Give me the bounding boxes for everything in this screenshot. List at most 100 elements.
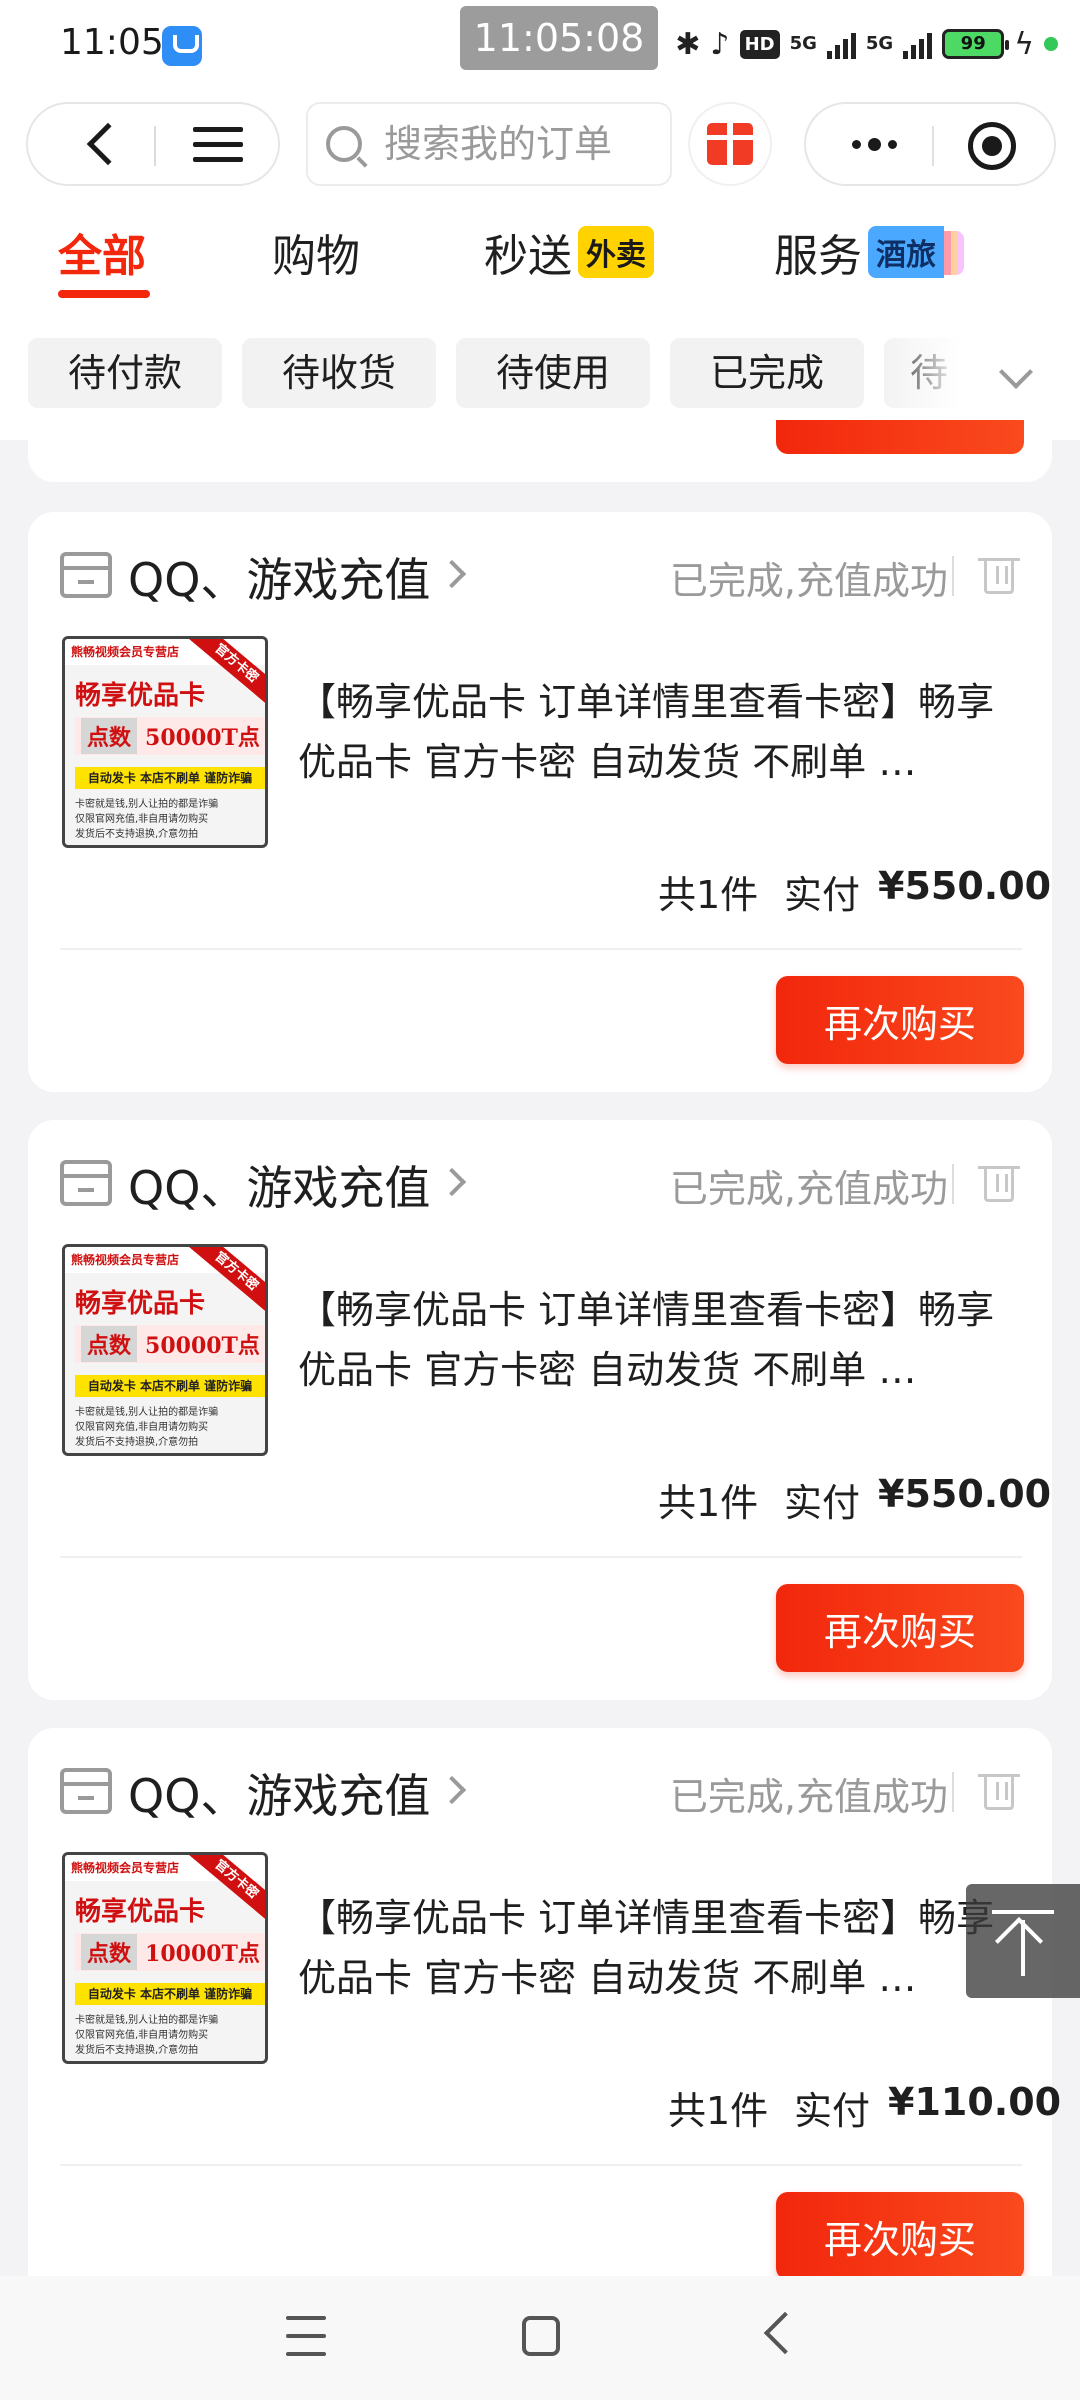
image-note: 仅限官网充值,非自用请勿购买 [75,1422,209,1433]
item-quantity: 共1件 [658,873,759,917]
product-image[interactable]: 熊畅视频会员专营店 官方卡密 畅享优品卡 点数 50000T点 自动发卡 本店不… [62,636,268,848]
tab-shopping-label: 购物 [272,231,360,282]
tab-instant-delivery[interactable]: 秒送 外卖 [484,220,654,320]
image-note: 发货后不支持退换,介意勿拍 [75,1437,199,1448]
image-banner: 自动发卡 本店不刷单 谨防诈骗 [75,1983,265,2005]
bluetooth-icon: ✱ [675,26,701,62]
card-divider [60,2164,1022,2166]
status-bar: 11:05 11:05:08 ✱ ♪ HD 5G 5G 99 ϟ [0,0,1080,92]
chevron-right-icon [437,559,467,589]
filter-completed[interactable]: 已完成 [670,338,864,408]
product-title[interactable]: 【畅享优品卡 订单详情里查看卡密】畅享优品卡 官方卡密 自动发货 不刷单 … [298,672,1028,792]
store-icon [60,1160,112,1206]
capsule-divider-right [932,126,934,166]
more-button[interactable] [834,104,914,184]
back-button[interactable] [68,104,138,184]
gift-button[interactable] [688,102,772,186]
image-points-value: 10000T点 [145,1941,260,1967]
store-icon [60,552,112,598]
scroll-to-top-icon [992,1910,1054,1914]
gift-icon [707,123,753,165]
order-status: 已完成,充值成功 [669,1167,948,1211]
image-note: 仅限官网充值,非自用请勿购买 [75,814,209,825]
image-notes: 卡密就是钱,别人让拍的都是诈骗 仅限官网充值,非自用请勿购买 发货后不支持退换,… [75,797,265,842]
product-title[interactable]: 【畅享优品卡 订单详情里查看卡密】畅享优品卡 官方卡密 自动发货 不刷单 … [298,1280,1028,1400]
search-input[interactable] [384,122,674,166]
video-app-icon [162,26,202,66]
filter-pending-payment[interactable]: 待付款 [28,338,222,408]
home-icon[interactable] [522,2316,560,2356]
delete-order-icon[interactable] [978,1774,1020,1810]
arrow-up-icon [994,1916,1044,1966]
status-icons: ✱ ♪ HD 5G 5G 99 ϟ [675,22,1058,66]
filter-pending-use[interactable]: 待使用 [456,338,650,408]
store-icon [60,1768,112,1814]
order-status: 已完成,充值成功 [669,559,948,603]
buy-again-button[interactable]: 再次购买 [776,2192,1024,2280]
image-title: 畅享优品卡 [75,681,206,711]
capsule-divider [154,126,156,166]
product-image[interactable]: 熊畅视频会员专营店 官方卡密 畅享优品卡 点数 50000T点 自动发卡 本店不… [62,1244,268,1456]
buy-again-button[interactable]: 再次购买 [776,1584,1024,1672]
hotel-travel-badge: 酒旅 [868,226,944,278]
tab-services-label: 服务 [774,231,862,282]
status-time: 11:05 [60,22,164,63]
previous-rebuy-button[interactable] [776,420,1024,454]
image-banner: 自动发卡 本店不刷单 谨防诈骗 [75,767,265,789]
privacy-indicator-icon [1044,37,1058,51]
back-icon [86,122,130,166]
tab-services[interactable]: 服务 酒旅 [774,220,964,320]
store-name[interactable]: QQ、游戏充值 [128,1760,430,1826]
close-miniapp-button[interactable] [968,122,1016,170]
product-title[interactable]: 【畅享优品卡 订单详情里查看卡密】畅享优品卡 官方卡密 自动发货 不刷单 … [298,1888,1028,2008]
network-type-2: 5G [865,33,894,54]
image-note: 发货后不支持退换,介意勿拍 [75,2045,199,2056]
product-image[interactable]: 熊畅视频会员专营店 官方卡密 畅享优品卡 点数 10000T点 自动发卡 本店不… [62,1852,268,2064]
search-box[interactable] [306,102,674,186]
charging-icon: ϟ [1014,26,1034,62]
image-points-label: 点数 [81,1326,138,1362]
recent-apps-icon[interactable] [286,2316,326,2356]
hd-icon: HD [739,29,780,59]
store-name[interactable]: QQ、游戏充值 [128,544,430,610]
filter-pending-receipt[interactable]: 待收货 [242,338,436,408]
item-quantity: 共1件 [668,2089,769,2133]
order-status: 已完成,充值成功 [669,1775,948,1819]
mute-bell-icon: ♪ [710,26,730,62]
image-note: 卡密就是钱,别人让拍的都是诈骗 [75,2015,219,2026]
order-tabs: 全部 购物 秒送 外卖 服务 酒旅 [0,220,1080,320]
image-note: 卡密就是钱,别人让拍的都是诈骗 [75,799,219,810]
tab-all[interactable]: 全部 [58,220,150,320]
back-nav-icon[interactable] [763,2311,807,2355]
chevron-right-icon [437,1775,467,1805]
signal-icon [826,29,856,59]
filters-fade [880,332,1080,418]
delete-order-icon[interactable] [978,1166,1020,1202]
image-note: 发货后不支持退换,介意勿拍 [75,829,199,840]
system-nav-bar [0,2276,1080,2400]
tab-active-indicator [58,290,150,298]
status-divider [952,1772,954,1812]
delete-order-icon[interactable] [978,558,1020,594]
scroll-to-top-button[interactable] [966,1884,1080,1998]
chevron-right-icon [437,1167,467,1197]
search-icon [326,126,362,162]
tab-all-label: 全部 [58,231,146,282]
image-points: 点数 50000T点 [75,1325,265,1363]
image-points-label: 点数 [81,718,138,754]
order-card[interactable]: QQ、游戏充值 已完成,充值成功 熊畅视频会员专营店 官方卡密 畅享优品卡 点数… [28,512,1052,1092]
image-note: 卡密就是钱,别人让拍的都是诈骗 [75,1407,219,1418]
previous-order-card [28,420,1052,482]
image-notes: 卡密就是钱,别人让拍的都是诈骗 仅限官网充值,非自用请勿购买 发货后不支持退换,… [75,1405,265,1450]
card-divider [60,1556,1022,1558]
order-card[interactable]: QQ、游戏充值 已完成,充值成功 熊畅视频会员专营店 官方卡密 畅享优品卡 点数… [28,1728,1061,2308]
menu-button[interactable] [178,104,258,184]
paid-label: 实付 [794,2089,871,2133]
card-divider [60,948,1022,950]
orders-header: 全部 购物 秒送外卖 服务酒旅 待付款 待收货 待使用 已完成 待 [0,92,1080,440]
image-note: 仅限官网充值,非自用请勿购买 [75,2030,209,2041]
store-name[interactable]: QQ、游戏充值 [128,1152,430,1218]
buy-again-button[interactable]: 再次购买 [776,976,1024,1064]
order-card[interactable]: QQ、游戏充值 已完成,充值成功 熊畅视频会员专营店 官方卡密 畅享优品卡 点数… [28,1120,1052,1700]
tab-shopping[interactable]: 购物 [272,220,360,320]
